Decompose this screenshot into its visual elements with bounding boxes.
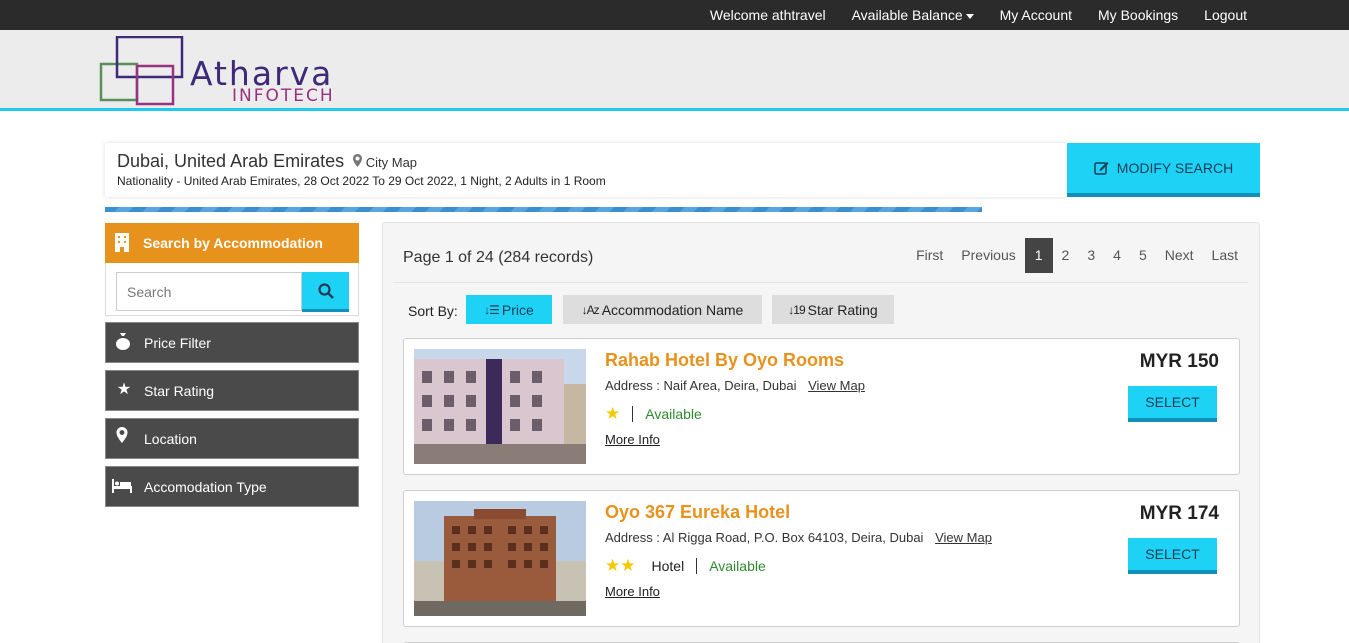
hotel-address: Address : Al Rigga Road, P.O. Box 64103,… — [605, 530, 992, 545]
loading-progress-bar — [105, 207, 982, 212]
money-bag-icon — [116, 333, 130, 350]
my-bookings-link[interactable]: My Bookings — [1098, 7, 1178, 23]
view-map-link[interactable]: View Map — [935, 530, 992, 545]
view-map-link[interactable]: View Map — [808, 378, 865, 393]
hotel-rating-row: ★ ★ Hotel Available — [605, 557, 766, 574]
hotel-address-text: Address : Al Rigga Road, P.O. Box 64103,… — [605, 530, 924, 545]
sort-alpha-icon: ↓Az — [581, 302, 600, 317]
accommodation-type-filter-toggle[interactable]: Accomodation Type — [105, 466, 359, 507]
city-map-label: City Map — [365, 155, 418, 170]
welcome-text: Welcome athtravel — [709, 7, 826, 23]
logo[interactable]: Atharva INFOTECH — [99, 36, 359, 106]
hotel-image[interactable] — [414, 349, 586, 464]
star-icon: ★ — [620, 556, 636, 575]
location-filter-toggle[interactable]: Location — [105, 418, 359, 459]
pagination-page-2[interactable]: 2 — [1053, 238, 1079, 273]
more-info-link[interactable]: More Info — [605, 432, 660, 447]
sort-name-button[interactable]: ↓Az Accommodation Name — [563, 295, 762, 324]
modify-search-label: MODIFY SEARCH — [1116, 160, 1234, 176]
location-filter-label: Location — [144, 430, 197, 447]
star-rating-filter-label: Star Rating — [144, 382, 215, 399]
pagination-page-4[interactable]: 4 — [1104, 238, 1130, 273]
pagination-last[interactable]: Last — [1203, 238, 1247, 273]
search-by-accommodation-label: Search by Accommodation — [143, 235, 323, 251]
hotel-card: Rahab Hotel By Oyo Rooms Address : Naif … — [403, 338, 1240, 475]
hotel-price: MYR 150 — [1139, 351, 1219, 372]
page-info: Page 1 of 24 (284 records) — [403, 249, 594, 266]
more-info-link[interactable]: More Info — [605, 584, 660, 599]
star-icon: ★ — [116, 381, 132, 398]
accommodation-type-filter-label: Accomodation Type — [144, 478, 267, 495]
caret-down-icon — [965, 13, 974, 19]
logo-squares-icon — [99, 36, 184, 106]
pagination-first[interactable]: First — [907, 238, 952, 273]
pagination-page-1[interactable]: 1 — [1024, 238, 1053, 273]
sort-star-button[interactable]: ↓19 Star Rating — [772, 295, 894, 324]
accommodation-search-box — [105, 263, 359, 316]
pagination-page-5[interactable]: 5 — [1130, 238, 1156, 273]
modify-search-button[interactable]: MODIFY SEARCH — [1067, 143, 1260, 197]
price-filter-label: Price Filter — [144, 334, 211, 351]
availability-status: Available — [709, 557, 766, 574]
search-summary: Dubai, United Arab Emirates City Map Nat… — [105, 143, 1067, 197]
my-account-link[interactable]: My Account — [1000, 7, 1072, 23]
select-hotel-button[interactable]: SELECT — [1128, 386, 1217, 422]
pagination: First Previous 1 2 3 4 5 Next Last — [907, 238, 1247, 273]
divider — [393, 282, 1248, 283]
search-details: Nationality - United Arab Emirates, 28 O… — [117, 174, 606, 188]
divider — [696, 557, 698, 574]
star-icon: ★ — [605, 556, 621, 575]
divider — [632, 405, 634, 422]
hotel-image[interactable] — [414, 501, 586, 616]
pagination-page-3[interactable]: 3 — [1078, 238, 1104, 273]
available-balance-dropdown[interactable]: Available Balance — [852, 7, 974, 23]
results-panel: Page 1 of 24 (284 records) First Previou… — [382, 222, 1260, 643]
map-marker-icon — [353, 154, 363, 167]
star-rating-filter-toggle[interactable]: ★ Star Rating — [105, 370, 359, 411]
main-content: Dubai, United Arab Emirates City Map Nat… — [0, 114, 1349, 643]
hotel-rating-row: ★ Available — [605, 405, 702, 422]
search-icon — [317, 282, 334, 299]
hotel-address: Address : Naif Area, Deira, Dubai View M… — [605, 378, 865, 393]
hotel-address-text: Address : Naif Area, Deira, Dubai — [605, 378, 797, 393]
hotel-type: Hotel — [651, 557, 685, 574]
hotel-name-link[interactable]: Oyo 367 Eureka Hotel — [605, 502, 790, 523]
building-icon — [115, 233, 129, 252]
pagination-next[interactable]: Next — [1156, 238, 1203, 273]
sort-price-label: Price — [501, 301, 534, 318]
sort-star-label: Star Rating — [807, 301, 878, 318]
price-filter-toggle[interactable]: Price Filter — [105, 322, 359, 363]
search-city: Dubai, United Arab Emirates — [117, 151, 345, 171]
map-pin-icon — [116, 427, 128, 443]
available-balance-label: Available Balance — [851, 7, 963, 23]
bed-icon — [112, 479, 132, 493]
sort-numeric-icon: ↓☰ — [484, 302, 500, 317]
sort-price-button[interactable]: ↓☰ Price — [466, 295, 552, 324]
hotel-card: Oyo 367 Eureka Hotel Address : Al Rigga … — [403, 490, 1240, 627]
edit-icon — [1094, 162, 1109, 175]
logout-link[interactable]: Logout — [1204, 7, 1247, 23]
sort-numeric-icon: ↓19 — [788, 302, 805, 317]
hotel-name-link[interactable]: Rahab Hotel By Oyo Rooms — [605, 350, 844, 371]
search-city-line: Dubai, United Arab Emirates City Map — [117, 151, 417, 172]
accommodation-search-button[interactable] — [302, 272, 349, 312]
sort-name-label: Accommodation Name — [601, 301, 744, 318]
user-nav: Welcome athtravel Available Balance My A… — [684, 0, 1247, 30]
city-map-link[interactable]: City Map — [353, 154, 418, 170]
pagination-previous[interactable]: Previous — [952, 238, 1024, 273]
hotel-price: MYR 174 — [1139, 503, 1219, 524]
accommodation-search-input[interactable] — [116, 272, 302, 311]
top-navigation-bar: Welcome athtravel Available Balance My A… — [0, 0, 1349, 30]
select-hotel-button[interactable]: SELECT — [1128, 538, 1217, 574]
availability-status: Available — [645, 405, 702, 422]
sort-by-label: Sort By: — [408, 303, 458, 319]
search-by-accommodation-header: Search by Accommodation — [105, 223, 359, 263]
site-header: Atharva INFOTECH — [0, 30, 1349, 111]
star-icon: ★ — [605, 404, 621, 423]
logo-subtitle: INFOTECH — [232, 86, 335, 106]
